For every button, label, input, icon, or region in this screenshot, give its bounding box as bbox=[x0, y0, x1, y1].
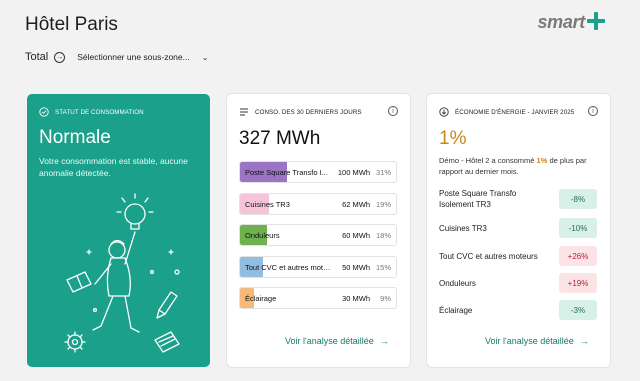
total-label: Total bbox=[25, 51, 49, 63]
bar-value: 50 MWh bbox=[342, 262, 370, 272]
energy-savings-card: ÉCONOMIE D'ÉNERGIE - JANVIER 2025 i 1% D… bbox=[427, 94, 610, 367]
chevron-down-icon[interactable]: ⌄ bbox=[202, 53, 209, 62]
detailed-analysis-link[interactable]: Voir l'analyse détaillée → bbox=[285, 336, 389, 346]
bar-value: 100 MWh bbox=[337, 168, 370, 177]
status-value: Normale bbox=[39, 127, 111, 148]
top-bar: Hôtel Paris smart Total → Sélectionner u… bbox=[0, 0, 640, 84]
savings-badge: -8% bbox=[559, 189, 597, 209]
consumption-card: CONSO. DES 30 DERNIERS JOURS i 327 MWh P… bbox=[227, 94, 410, 367]
consumption-row[interactable]: Tout CVC et autres mote... 50 MWh 15% bbox=[239, 255, 397, 278]
arrow-circle-right-icon[interactable]: → bbox=[54, 51, 66, 63]
detailed-analysis-link[interactable]: Voir l'analyse détaillée → bbox=[485, 336, 589, 346]
savings-row: Onduleurs +19% bbox=[439, 271, 597, 295]
consumption-row[interactable]: Onduleurs 60 MWh 18% bbox=[239, 224, 397, 246]
savings-row: Poste Square Transfo Isolement TR3 -8% bbox=[439, 187, 597, 211]
consumption-card-header: CONSO. DES 30 DERNIERS JOURS bbox=[239, 107, 362, 117]
savings-row-label: Poste Square Transfo Isolement TR3 bbox=[439, 189, 517, 209]
consumption-bars: Poste Square Transfo I... 100 MWh 31% Cu… bbox=[239, 161, 397, 319]
total-consumption: 327 MWh bbox=[239, 128, 321, 149]
bar-label: Éclairage bbox=[245, 294, 277, 303]
status-card-header: STATUT DE CONSOMMATION bbox=[39, 107, 144, 117]
consumption-row[interactable]: Poste Square Transfo I... 100 MWh 31% bbox=[239, 161, 397, 183]
bar-value: 62 MWh bbox=[342, 199, 370, 209]
savings-badge: -3% bbox=[559, 300, 597, 320]
savings-description: Démo - Hôtel 2 a consommé 1% de plus par… bbox=[439, 155, 599, 177]
savings-badge: +19% bbox=[559, 273, 597, 293]
savings-value: 1% bbox=[439, 128, 467, 149]
savings-row-label: Tout CVC et autres moteurs bbox=[439, 251, 538, 261]
savings-row-label: Onduleurs bbox=[439, 278, 476, 288]
arrow-right-icon: → bbox=[579, 336, 589, 346]
savings-card-header: ÉCONOMIE D'ÉNERGIE - JANVIER 2025 bbox=[439, 107, 574, 117]
bar-percent: 18% bbox=[375, 231, 391, 240]
bar-value: 30 MWh bbox=[342, 294, 370, 303]
consumption-card-title: CONSO. DES 30 DERNIERS JOURS bbox=[255, 108, 362, 116]
download-circle-icon bbox=[439, 107, 449, 117]
person-with-lightbulb-illustration bbox=[64, 193, 180, 353]
smart-logo: smart bbox=[537, 11, 606, 33]
savings-row: Éclairage -3% bbox=[439, 298, 597, 322]
savings-row-label: Cuisines TR3 bbox=[439, 223, 487, 233]
consumption-row[interactable]: Éclairage 30 MWh 9% bbox=[239, 287, 397, 309]
savings-badge: -10% bbox=[559, 218, 597, 238]
bar-label: Onduleurs bbox=[245, 231, 280, 240]
arrow-right-icon: → bbox=[379, 336, 389, 346]
status-card-title: STATUT DE CONSOMMATION bbox=[55, 108, 144, 116]
desc-before: Démo - Hôtel 2 a consommé bbox=[439, 156, 535, 165]
savings-row: Tout CVC et autres moteurs +26% bbox=[439, 244, 597, 268]
info-icon[interactable]: i bbox=[388, 106, 398, 116]
status-description: Votre consommation est stable, aucune an… bbox=[39, 156, 188, 178]
zone-filter: Total → Sélectionner une sous-zone... ⌄ bbox=[25, 51, 208, 63]
savings-badge: +26% bbox=[559, 246, 597, 266]
bar-value: 60 MWh bbox=[342, 231, 370, 240]
logo-text: smart bbox=[537, 12, 585, 32]
desc-highlight: 1% bbox=[536, 156, 548, 165]
bar-label: Poste Square Transfo I... bbox=[245, 168, 328, 177]
check-circle-icon bbox=[39, 107, 49, 117]
savings-card-title: ÉCONOMIE D'ÉNERGIE - JANVIER 2025 bbox=[455, 108, 575, 116]
bar-percent: 15% bbox=[375, 262, 391, 272]
bar-percent: 31% bbox=[375, 168, 391, 177]
page-title: Hôtel Paris bbox=[25, 14, 118, 35]
status-card: STATUT DE CONSOMMATION Normale Votre con… bbox=[27, 94, 210, 367]
consumption-row[interactable]: Cuisines TR3 62 MWh 19% bbox=[239, 192, 397, 215]
savings-row-label: Éclairage bbox=[439, 305, 473, 315]
list-icon bbox=[240, 108, 248, 116]
savings-row: Cuisines TR3 -10% bbox=[439, 216, 597, 240]
subzone-select[interactable]: Sélectionner une sous-zone... bbox=[77, 52, 189, 62]
bar-percent: 9% bbox=[380, 294, 391, 303]
link-label: Voir l'analyse détaillée bbox=[485, 336, 574, 346]
bar-label: Tout CVC et autres mote... bbox=[245, 262, 333, 272]
bar-percent: 19% bbox=[375, 199, 391, 209]
bar-label: Cuisines TR3 bbox=[245, 199, 290, 209]
info-icon[interactable]: i bbox=[588, 106, 598, 116]
link-label: Voir l'analyse détaillée bbox=[285, 336, 374, 346]
logo-plus-icon bbox=[587, 11, 605, 30]
